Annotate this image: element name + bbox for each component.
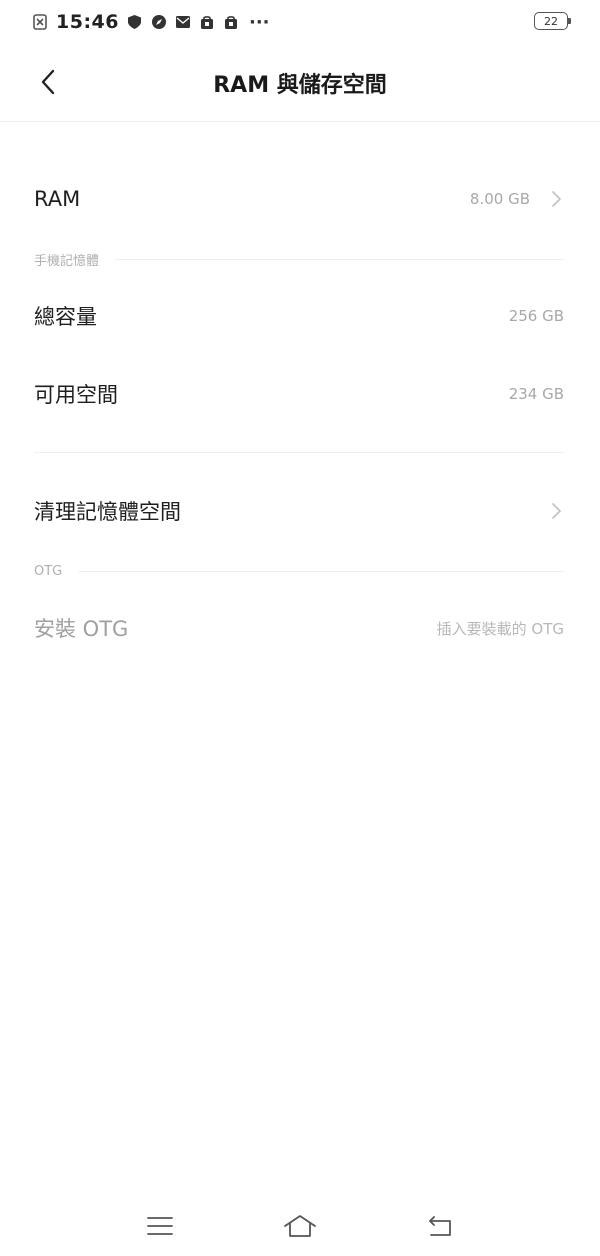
battery-level: 22 [544,14,558,28]
shield-icon [127,14,143,30]
mail-icon [175,14,191,30]
clock: 15:46 [56,11,119,33]
bag-icon [223,14,239,30]
navigation-bar [0,1196,600,1256]
status-bar-left: 15:46 ··· [32,11,270,33]
compass-icon [151,14,167,30]
available-space-label: 可用空間 [34,383,118,407]
install-otg-label: 安裝 OTG [34,617,129,641]
total-capacity-row: 總容量 256 GB [0,286,600,346]
ram-row[interactable]: RAM 8.00 GB [0,168,600,230]
otg-section-header: OTG [0,560,600,582]
ram-value: 8.00 GB [469,190,530,208]
total-capacity-value: 256 GB [508,307,564,325]
page-title: RAM 與儲存空間 [213,72,387,98]
back-nav-button[interactable] [420,1206,460,1246]
divider [34,452,564,453]
phone-memory-section-header: 手機記憶體 [0,248,600,270]
section-divider [78,570,564,572]
total-capacity-label: 總容量 [34,305,97,329]
phone-memory-section-label: 手機記憶體 [34,253,100,269]
otg-section-label: OTG [34,563,63,579]
header: RAM 與儲存空間 [0,44,600,122]
section-divider [115,258,564,260]
menu-icon [147,1217,173,1235]
available-space-value: 234 GB [508,385,564,403]
clean-memory-row[interactable]: 清理記憶體空間 [0,480,600,542]
back-icon [429,1216,451,1236]
install-otg-hint: 插入要裝載的 OTG [436,619,564,638]
clean-memory-label: 清理記憶體空間 [34,500,181,524]
bag-icon [199,14,215,30]
chevron-right-icon [550,502,564,520]
sim-icon [32,14,48,30]
more-notifications-indicator: ··· [248,11,270,33]
home-button[interactable] [280,1206,320,1246]
chevron-left-icon [41,69,55,95]
battery-indicator: 22 [534,12,571,30]
install-otg-row: 安裝 OTG 插入要裝載的 OTG [0,598,600,658]
back-button[interactable] [30,64,66,100]
available-space-row: 可用空間 234 GB [0,364,600,424]
menu-button[interactable] [140,1206,180,1246]
chevron-right-icon [550,190,564,208]
home-icon [284,1215,316,1237]
status-bar: 15:46 ··· 22 [0,0,600,44]
ram-label: RAM [34,187,81,211]
